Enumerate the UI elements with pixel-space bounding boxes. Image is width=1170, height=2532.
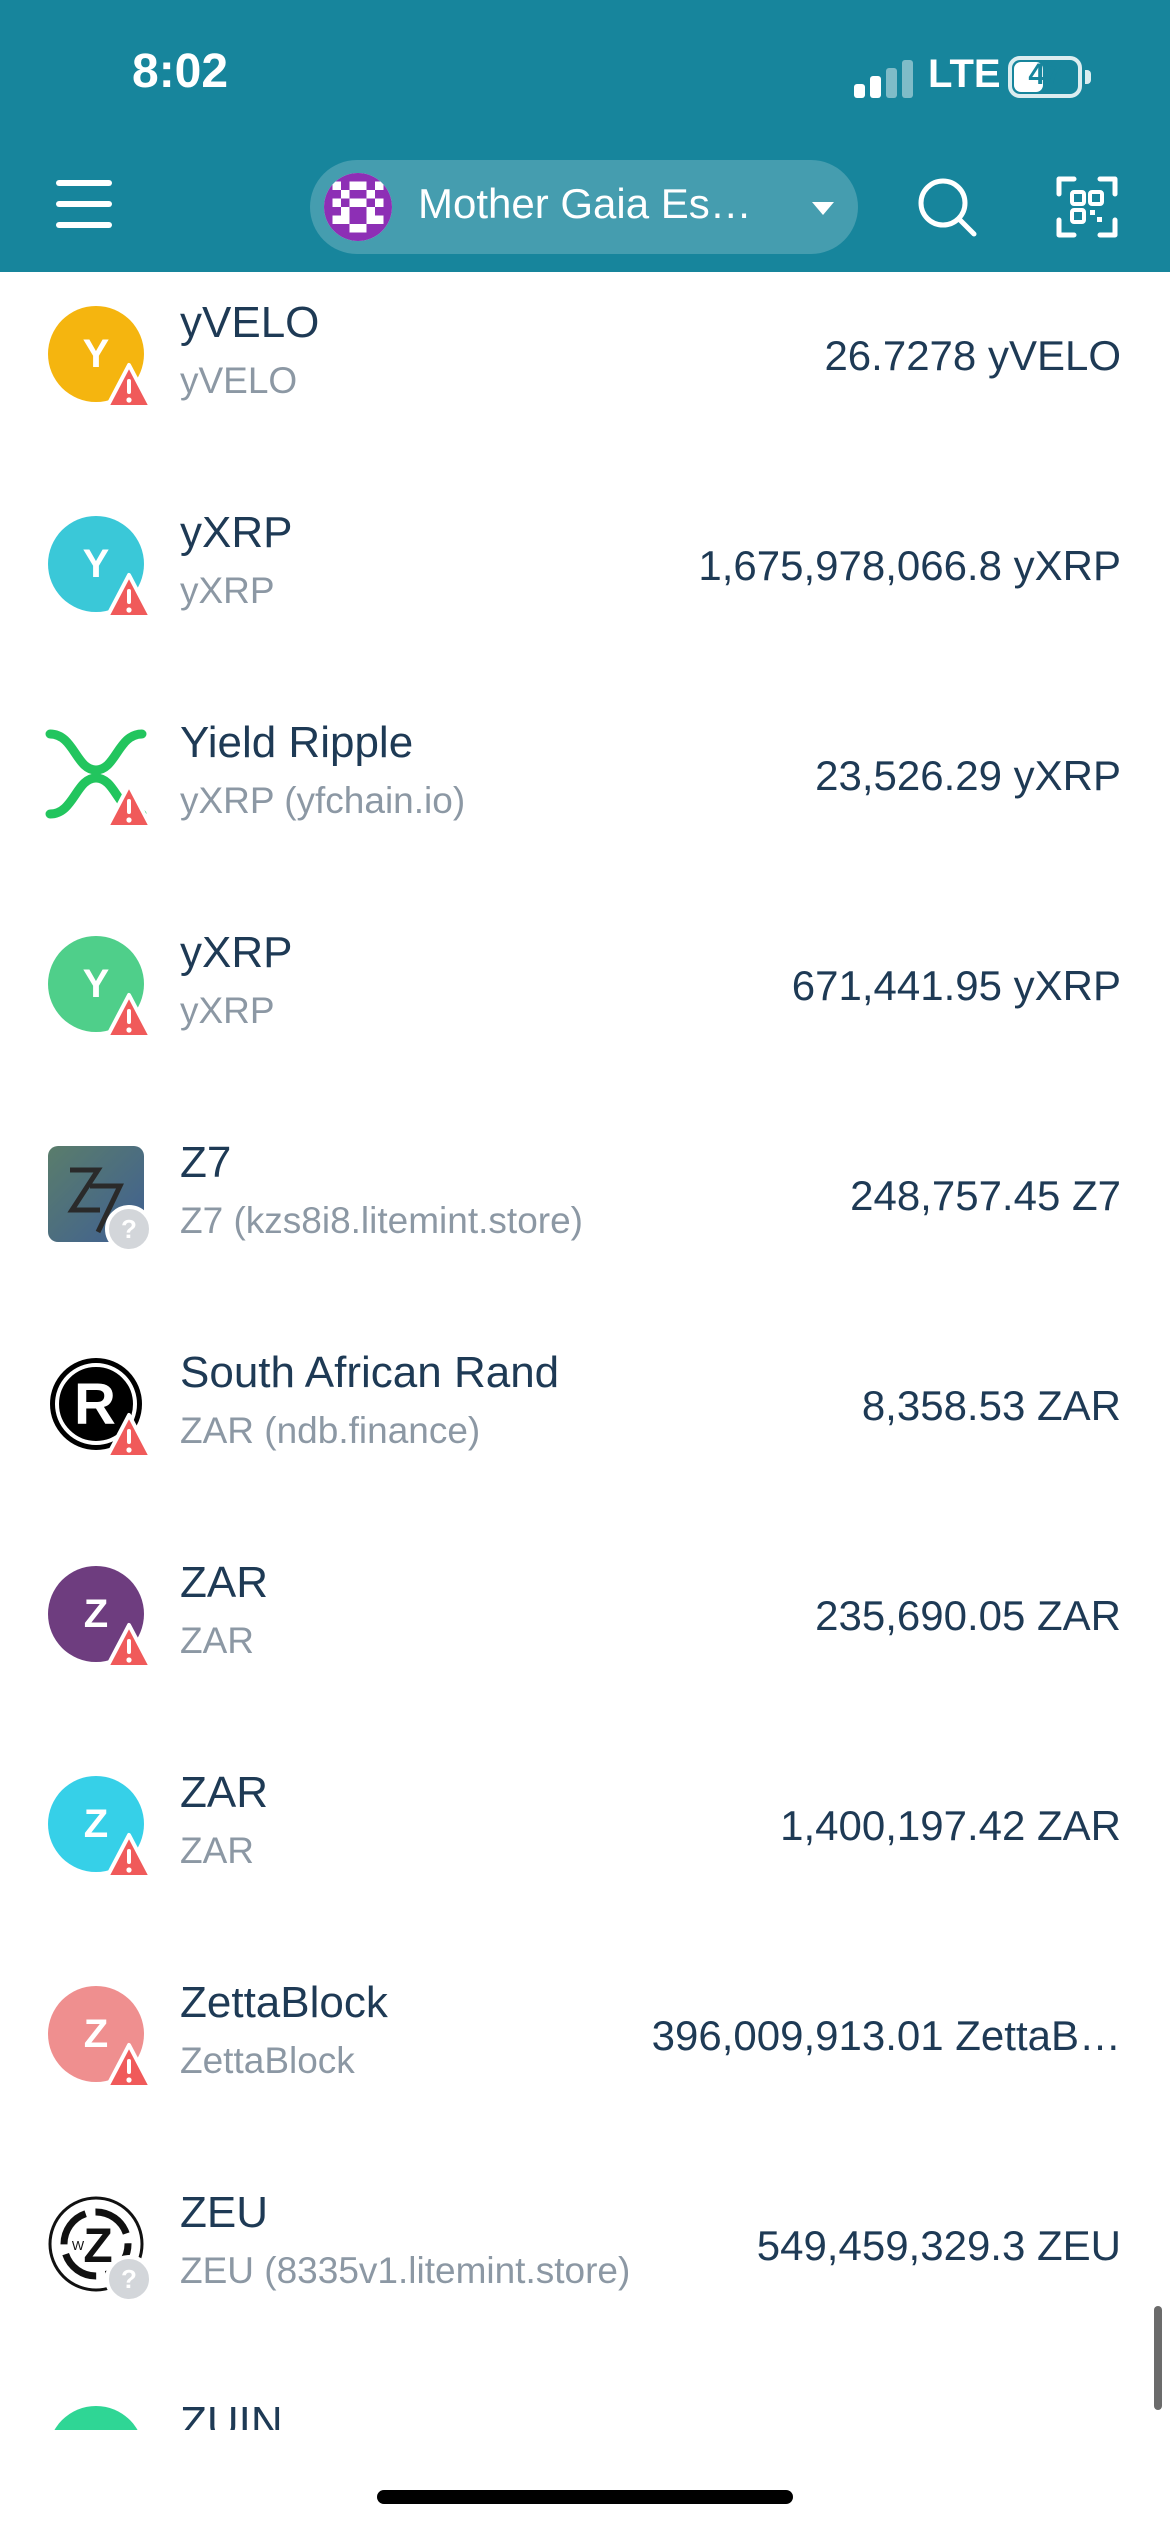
account-avatar xyxy=(324,173,392,241)
token-row[interactable]: Z ZAR ZAR 1,400,197.42 ZAR xyxy=(0,1742,1170,1952)
token-row[interactable]: Y yXRP yXRP 1,675,978,066.8 yXRP xyxy=(0,482,1170,692)
token-issuer: yXRP xyxy=(180,990,275,1031)
token-balance: 8,358.53 ZAR xyxy=(861,1382,1121,1429)
token-list[interactable]: Y yVELO yVELO 26.7278 yVELO Y yXRP yXRP … xyxy=(0,272,1170,2430)
svg-text:?: ? xyxy=(121,1214,137,1244)
token-name: ZettaBlock xyxy=(180,1978,388,2027)
warning-icon xyxy=(105,993,153,1039)
chevron-down-icon xyxy=(812,202,834,215)
token-issuer: yXRP xyxy=(180,570,275,611)
token-icon xyxy=(48,2406,144,2430)
warning-icon xyxy=(105,363,153,409)
token-name: South African Rand xyxy=(180,1348,560,1397)
account-selector[interactable]: Mother Gaia Es… xyxy=(310,160,858,254)
warning-icon xyxy=(105,1833,153,1879)
menu-icon xyxy=(56,180,112,186)
battery-icon: 47 xyxy=(1008,56,1082,98)
token-name: ZAR xyxy=(180,1558,268,1607)
token-balance: 23,526.29 yXRP xyxy=(815,752,1121,799)
token-balance: 396,009,913.01 ZettaB… xyxy=(651,2012,1121,2059)
battery-percent: 47 xyxy=(1028,58,1062,91)
token-issuer: Z7 (kzs8i8.litemint.store) xyxy=(180,1200,583,1241)
token-row[interactable]: Z ZAR ZAR 235,690.05 ZAR xyxy=(0,1532,1170,1742)
token-row[interactable]: R South African Rand ZAR (ndb.finance) 8… xyxy=(0,1322,1170,1532)
token-row[interactable]: Y yXRP yXRP 671,441.95 yXRP xyxy=(0,902,1170,1112)
menu-button[interactable] xyxy=(56,180,112,228)
svg-text:?: ? xyxy=(121,2264,137,2294)
token-name: Yield Ripple xyxy=(180,718,414,767)
token-issuer: ZAR xyxy=(180,1830,254,1871)
warning-icon xyxy=(105,2043,153,2089)
unknown-asset-icon: ? xyxy=(105,1205,153,1253)
account-name: Mother Gaia Es… xyxy=(418,180,752,227)
token-balance: 1,400,197.42 ZAR xyxy=(780,1802,1121,1849)
cellular-signal-icon xyxy=(854,58,914,98)
battery-tip xyxy=(1085,70,1091,84)
token-issuer: ZAR xyxy=(180,1620,254,1661)
home-indicator[interactable] xyxy=(377,2490,793,2504)
token-balance: 248,757.45 Z7 xyxy=(850,1172,1121,1219)
token-row[interactable]: ? Z7 Z7 (kzs8i8.litemint.store) 248,757.… xyxy=(0,1112,1170,1322)
token-balance: 671,441.95 yXRP xyxy=(791,962,1121,1009)
scan-qr-button[interactable] xyxy=(1056,176,1118,238)
token-name: Z7 xyxy=(180,1138,232,1187)
token-name: yVELO xyxy=(180,298,320,347)
token-issuer: ZettaBlock xyxy=(180,2040,355,2081)
token-name: yXRP xyxy=(180,928,293,977)
token-name: ZAR xyxy=(180,1768,268,1817)
token-name: ZEU xyxy=(180,2188,268,2237)
scan-qr-icon xyxy=(1056,176,1118,238)
token-balance: 549,459,329.3 ZEU xyxy=(756,2222,1121,2269)
token-issuer: yXRP (yfchain.io) xyxy=(180,780,466,821)
token-balance: 235,690.05 ZAR xyxy=(815,1592,1121,1639)
status-time: 8:02 xyxy=(132,45,229,98)
warning-icon xyxy=(105,1623,153,1669)
token-issuer: ZAR (ndb.finance) xyxy=(180,1410,481,1451)
warning-icon xyxy=(105,783,153,829)
app-header: 8:02 LTE 47 Mother Gaia Es… xyxy=(0,0,1170,272)
token-row[interactable]: ZUIN xyxy=(0,2372,1170,2430)
token-row[interactable]: Y yVELO yVELO 26.7278 yVELO xyxy=(0,272,1170,482)
search-button[interactable] xyxy=(916,176,980,240)
scrollbar[interactable] xyxy=(1154,2306,1162,2410)
warning-icon xyxy=(105,573,153,619)
network-type: LTE xyxy=(928,52,1001,96)
token-row[interactable]: Z ZettaBlock ZettaBlock 396,009,913.01 Z… xyxy=(0,1952,1170,2162)
search-icon xyxy=(918,178,977,237)
token-balance: 26.7278 yVELO xyxy=(824,332,1121,379)
token-name: yXRP xyxy=(180,508,293,557)
token-name: ZUIN xyxy=(180,2398,283,2430)
token-row[interactable]: Yield Ripple yXRP (yfchain.io) 23,526.29… xyxy=(0,692,1170,902)
token-balance: 1,675,978,066.8 yXRP xyxy=(698,542,1121,589)
svg-text:W: W xyxy=(72,2238,85,2253)
warning-icon xyxy=(105,1413,153,1459)
unknown-asset-icon: ? xyxy=(105,2255,153,2303)
token-row[interactable]: Z W ? ZEU ZEU (8335v1.litemint.store) 54… xyxy=(0,2162,1170,2372)
token-issuer: yVELO xyxy=(180,360,298,401)
token-issuer: ZEU (8335v1.litemint.store) xyxy=(180,2250,631,2291)
